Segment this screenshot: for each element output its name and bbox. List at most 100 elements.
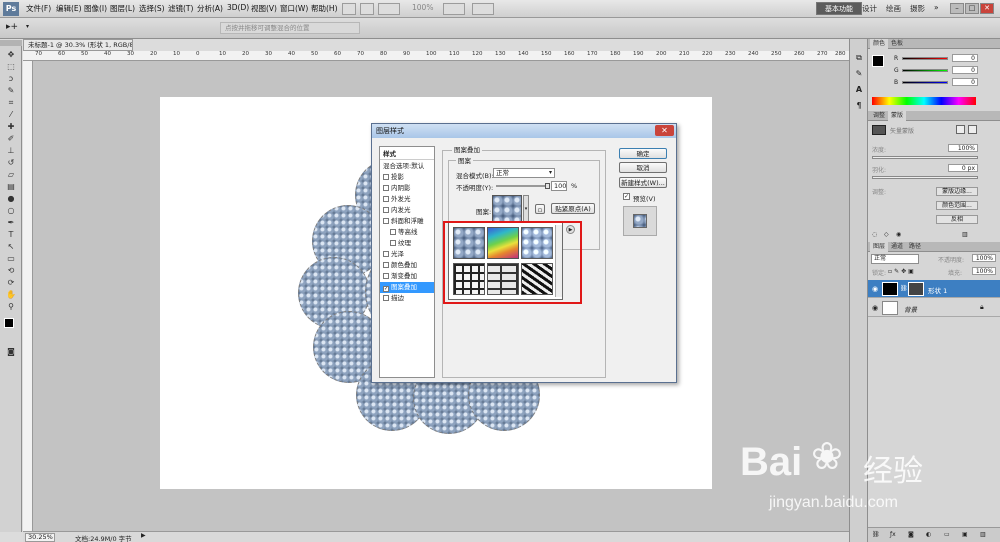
tab-masks[interactable]: 蒙版	[888, 111, 907, 121]
add-mask-icon[interactable]: ◙	[908, 531, 914, 538]
style-item-inner-glow[interactable]: 内发光	[380, 205, 434, 216]
menu-analysis[interactable]: 分析(A)	[197, 3, 223, 14]
pattern-preview-swatch[interactable]	[492, 195, 522, 223]
color-range-button[interactable]: 颜色范围...	[936, 201, 978, 210]
minimize-icon[interactable]: –	[950, 3, 964, 14]
move-tool-icon[interactable]: ✥	[4, 49, 18, 60]
foreground-color-swatch[interactable]	[4, 318, 14, 328]
lasso-tool-icon[interactable]: ↄ	[4, 73, 18, 84]
toolbar-grip[interactable]	[0, 40, 22, 46]
green-slider[interactable]	[902, 69, 948, 72]
cancel-button[interactable]: 取消	[619, 162, 667, 173]
feather-value[interactable]: 0 px	[948, 164, 978, 172]
path-select-tool-icon[interactable]: ↖	[4, 241, 18, 252]
new-layer-icon[interactable]: ▣	[962, 531, 968, 538]
style-checkbox[interactable]	[383, 273, 389, 279]
eye-icon[interactable]: ◉	[872, 304, 878, 312]
mask-edge-button[interactable]: 蒙版边缘...	[936, 187, 978, 196]
menu-image[interactable]: 图像(I)	[84, 3, 107, 14]
snap-origin-button[interactable]: 贴紧原点(A)	[551, 203, 595, 214]
3d-orbit-tool-icon[interactable]: ⟳	[4, 277, 18, 288]
invert-button[interactable]: 反相	[936, 215, 978, 224]
marquee-tool-icon[interactable]: ⬚	[4, 61, 18, 72]
link-layers-icon[interactable]: ⛓	[872, 531, 880, 538]
move-tool-icon[interactable]: ▸+	[6, 22, 22, 34]
opacity-slider-thumb[interactable]	[545, 183, 550, 189]
tab-adjustments[interactable]: 调整	[870, 111, 888, 121]
tool-preset-dropdown-icon[interactable]: ▾	[26, 23, 32, 33]
history-brush-tool-icon[interactable]: ↺	[4, 157, 18, 168]
tab-swatches[interactable]: 色板	[888, 39, 906, 49]
zoom-field[interactable]: 30.25%	[25, 533, 55, 542]
delete-layer-icon[interactable]: ▥	[980, 531, 986, 538]
ok-button[interactable]: 确定	[619, 148, 667, 159]
red-value[interactable]: 0	[952, 54, 978, 62]
menu-3d[interactable]: 3D(D)	[227, 3, 249, 12]
style-checkbox[interactable]	[383, 262, 389, 268]
character-icon[interactable]: A	[853, 85, 865, 96]
adjustment-layer-icon[interactable]: ◐	[926, 531, 931, 538]
bridge-icon[interactable]	[342, 3, 356, 15]
tab-paths[interactable]: 路径	[906, 242, 924, 252]
type-tool-icon[interactable]: T	[4, 229, 18, 240]
menu-filter[interactable]: 滤镜(T)	[168, 3, 193, 14]
new-preset-icon[interactable]: ▫	[535, 204, 545, 214]
blend-mode-select[interactable]: 正常 ▾	[493, 168, 555, 178]
workspace-more-icon[interactable]: »	[934, 3, 939, 12]
style-checkbox[interactable]	[383, 185, 389, 191]
document-info[interactable]: 文档:24.9M/0 字节	[75, 533, 132, 542]
dialog-title[interactable]: 图层样式	[372, 124, 676, 138]
density-slider[interactable]	[872, 156, 978, 159]
fx-icon[interactable]: ƒx	[890, 531, 896, 538]
tab-color[interactable]: 颜色	[870, 39, 889, 49]
quick-select-tool-icon[interactable]: ✎	[4, 85, 18, 96]
zoom-tool-icon[interactable]: ⚲	[4, 301, 18, 312]
pen-tool-icon[interactable]: ✒	[4, 217, 18, 228]
close-icon[interactable]: ✕	[980, 3, 994, 14]
workspace-photography[interactable]: 摄影	[910, 3, 925, 14]
style-checkbox[interactable]	[390, 229, 396, 235]
color-spectrum-bar[interactable]	[872, 97, 976, 105]
style-item-gradient-overlay[interactable]: 渐变叠加	[380, 271, 434, 282]
brush-presets-icon[interactable]: ✎	[853, 69, 865, 80]
layer-opacity-value[interactable]: 100%	[972, 254, 996, 262]
load-selection-icon[interactable]: ◌	[872, 231, 880, 239]
tab-channels[interactable]: 通道	[888, 242, 906, 252]
vector-mask-icon[interactable]	[968, 125, 977, 134]
visibility-icon[interactable]: ◉	[896, 231, 904, 239]
style-checkbox[interactable]	[383, 196, 389, 202]
paragraph-icon[interactable]: ¶	[853, 101, 865, 112]
pattern-dropdown-icon[interactable]: ▾	[523, 195, 529, 223]
opacity-slider-track[interactable]	[496, 185, 548, 187]
horizontal-ruler[interactable]: 70 60 50 40 30 20 10 0 10 20 30 40 50 60…	[23, 51, 849, 61]
style-checkbox[interactable]	[383, 174, 389, 180]
menu-help[interactable]: 帮助(H)	[311, 3, 338, 14]
layer-blend-mode-select[interactable]: 正常	[871, 254, 919, 264]
style-item-outer-glow[interactable]: 外发光	[380, 194, 434, 205]
eye-icon[interactable]: ◉	[872, 285, 878, 293]
menu-view[interactable]: 视图(V)	[251, 3, 277, 14]
style-checkbox[interactable]	[383, 218, 389, 224]
layer-row-shape[interactable]: ◉ ⛓ 形状 1	[868, 280, 1000, 298]
vector-mask-thumbnail[interactable]	[908, 282, 924, 296]
minibridge-icon[interactable]	[360, 3, 374, 15]
style-checkbox[interactable]	[383, 207, 389, 213]
dialog-close-icon[interactable]: ✕	[655, 125, 674, 136]
workspace-essentials-button[interactable]: 基本功能	[816, 2, 862, 15]
shape-tool-icon[interactable]: ▭	[4, 253, 18, 264]
style-checkbox[interactable]	[390, 240, 396, 246]
blend-options-item[interactable]: 混合选项:默认	[380, 161, 434, 172]
layer-row-background[interactable]: ◉ 背景 🔒︎	[868, 299, 1000, 317]
workspace-painting[interactable]: 绘画	[886, 3, 901, 14]
style-item-inner-shadow[interactable]: 内阴影	[380, 183, 434, 194]
style-checkbox[interactable]	[383, 295, 389, 301]
style-item-drop-shadow[interactable]: 投影	[380, 172, 434, 183]
layer-name[interactable]: 背景	[904, 304, 917, 314]
opacity-input[interactable]: 100	[551, 181, 567, 191]
hand-tool-icon[interactable]: ✋	[4, 289, 18, 300]
zoom-level-select[interactable]: 100%	[412, 3, 433, 12]
style-item-bevel-emboss[interactable]: 斜面和浮雕	[380, 216, 434, 227]
workspace-design[interactable]: 设计	[862, 3, 877, 14]
brush-tool-icon[interactable]: ✐	[4, 133, 18, 144]
healing-tool-icon[interactable]: ✚	[4, 121, 18, 132]
